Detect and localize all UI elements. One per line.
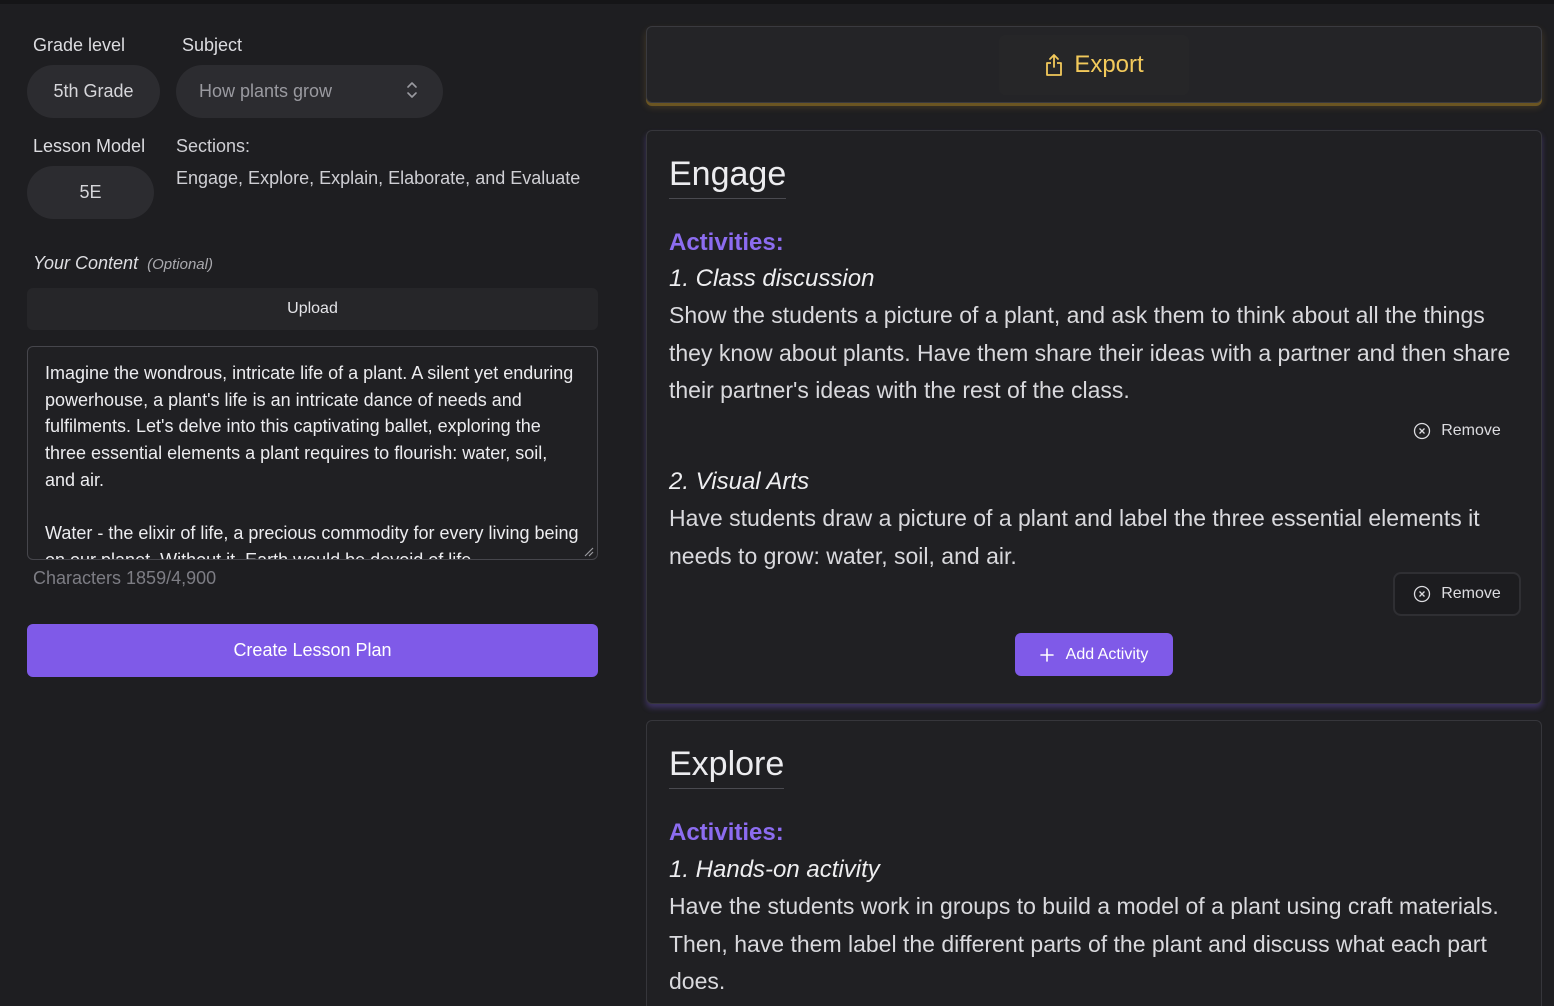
activity-description: Have students draw a picture of a plant … — [669, 505, 1480, 569]
lesson-model-select[interactable]: 5E — [27, 166, 154, 219]
export-label: Export — [1074, 51, 1144, 78]
optional-tag: (Optional) — [147, 256, 213, 273]
grade-level-select[interactable]: 5th Grade — [27, 65, 160, 118]
explore-activities-label: Activities: — [669, 819, 784, 846]
remove-activity-button[interactable]: Remove — [1393, 572, 1521, 616]
chevron-up-down-icon — [407, 82, 417, 98]
activity-title: 1. Hands-on activity — [669, 856, 880, 883]
export-button[interactable]: Export — [999, 35, 1189, 95]
sections-title: Sections: — [176, 136, 251, 156]
lesson-model-label: Lesson Model — [33, 136, 146, 156]
remove-activity-button[interactable]: Remove — [1393, 409, 1521, 453]
plus-icon — [1039, 647, 1054, 662]
your-content-title: Your Content — [33, 253, 139, 273]
engage-title: Engage — [669, 155, 787, 199]
sections-list: Engage, Explore, Explain, Elaborate, and… — [176, 168, 581, 188]
share-icon — [1046, 54, 1063, 76]
lesson-output-panel: Export Engage Activities: 1. Class discu… — [630, 4, 1554, 1006]
resize-handle-icon[interactable] — [582, 545, 594, 557]
explore-section: Explore Activities: 1. Hands-on activity… — [646, 720, 1542, 1006]
your-content-label: Your Content (Optional) — [33, 253, 213, 274]
engage-activities-label: Activities: — [669, 229, 784, 256]
close-circle-icon — [1414, 422, 1431, 440]
add-activity-label: Add Activity — [1065, 645, 1149, 663]
character-count: Characters 1859/4,900 — [33, 568, 217, 588]
activity-description: Show the students a picture of a plant, … — [669, 302, 1511, 403]
content-textarea[interactable]: Imagine the wondrous, intricate life of … — [27, 346, 598, 560]
engage-section: Engage Activities: 1. Class discussion S… — [646, 130, 1542, 704]
activity-description: Have the students work in groups to buil… — [669, 893, 1499, 994]
lesson-plan-app: Grade level 5th Grade Subject How plants… — [0, 0, 1554, 1006]
subject-select[interactable]: How plants grow — [176, 65, 443, 118]
close-circle-icon — [1414, 585, 1431, 603]
add-activity-button[interactable]: Add Activity — [1015, 633, 1173, 676]
remove-label: Remove — [1441, 585, 1501, 602]
lesson-form-panel: Grade level 5th Grade Subject How plants… — [0, 4, 620, 1006]
activity-title: 2. Visual Arts — [669, 468, 810, 495]
subject-value: How plants grow — [199, 81, 333, 101]
remove-label: Remove — [1441, 422, 1501, 439]
export-bar: Export — [646, 26, 1542, 103]
grade-level-label: Grade level — [33, 35, 126, 55]
create-lesson-plan-button[interactable]: Create Lesson Plan — [27, 624, 598, 677]
explore-title: Explore — [669, 745, 785, 789]
activity-title: 1. Class discussion — [669, 265, 875, 292]
upload-button[interactable]: Upload — [27, 288, 598, 330]
subject-label: Subject — [182, 35, 243, 55]
